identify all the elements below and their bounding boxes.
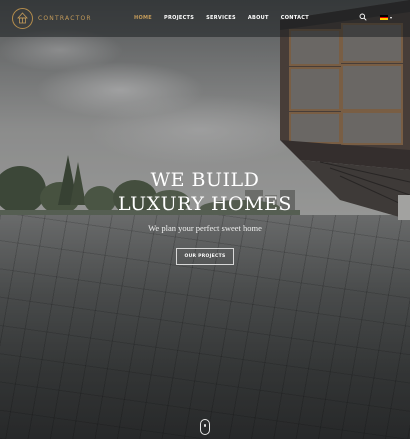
hero-headline: WE BUILD LUXURY HOMES (0, 168, 410, 216)
site-header: CONTRACTOR HOME PROJECTS SERVICES ABOUT … (0, 0, 410, 37)
headline-line-1: WE BUILD (150, 169, 260, 191)
nav-home[interactable]: HOME (134, 15, 152, 21)
headline-line-2: LUXURY HOMES (118, 193, 292, 215)
nav-about[interactable]: ABOUT (248, 15, 269, 21)
hero-subline: We plan your perfect sweet home (148, 223, 262, 233)
nav-services[interactable]: SERVICES (206, 15, 236, 21)
mouse-scroll-icon[interactable] (200, 419, 210, 435)
flag-de-icon[interactable] (380, 15, 388, 21)
logo-text: CONTRACTOR (38, 15, 92, 22)
our-projects-button[interactable]: OUR PROJECTS (176, 248, 234, 265)
chevron-down-icon[interactable]: ▾ (390, 15, 392, 20)
search-icon[interactable] (359, 13, 367, 21)
scroll-wheel (204, 424, 206, 427)
logo-emblem-icon (12, 8, 33, 29)
main-nav: HOME PROJECTS SERVICES ABOUT CONTACT (134, 15, 321, 21)
nav-projects[interactable]: PROJECTS (164, 15, 194, 21)
nav-contact[interactable]: CONTACT (281, 15, 309, 21)
dark-overlay (0, 0, 410, 439)
hero-background (0, 0, 410, 439)
logo[interactable]: CONTRACTOR (12, 8, 92, 29)
